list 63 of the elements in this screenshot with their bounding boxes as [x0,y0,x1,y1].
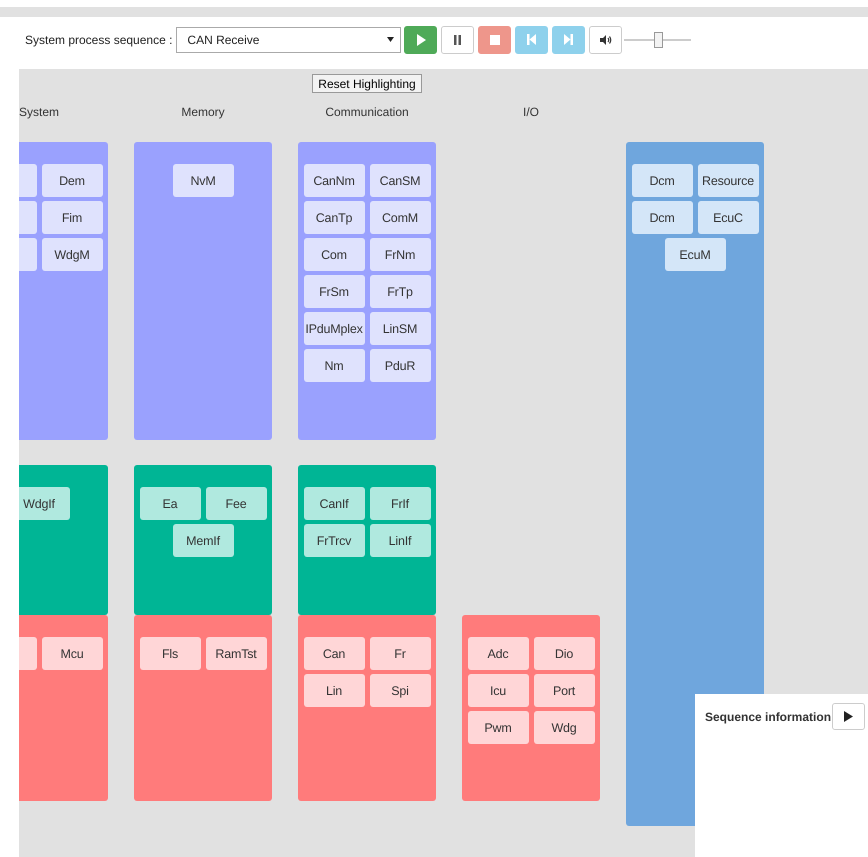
module-tile[interactable]: Com [304,238,364,271]
module-tile[interactable]: MemIf [172,524,234,557]
module-tile[interactable]: Dcm [632,164,692,197]
pause-icon [454,34,462,44]
module-tile[interactable]: CanIf [304,487,364,520]
sequence-select[interactable]: CAN Receive [176,26,402,52]
panel-title: Sequence information [705,710,832,724]
module-tile[interactable]: Lin [304,674,364,707]
module-tile[interactable]: Wdg [534,711,594,744]
module-tile[interactable]: WdgM [42,238,102,271]
pause-button[interactable] [441,26,474,54]
module-tile[interactable]: PduR [370,349,430,382]
module-tile[interactable]: CanSM [370,164,430,197]
module-tile[interactable]: IPduMplex [304,312,364,345]
module-tile[interactable]: Nm [304,349,364,382]
module-tile[interactable]: Mcu [42,637,102,670]
volume-icon [600,34,612,44]
module-tile[interactable]: Adc [468,637,528,670]
module-tile[interactable]: Can [304,637,364,670]
column-header: I/O [522,105,539,119]
module-tile[interactable]: EcuM [664,238,726,271]
module-tile[interactable]: FrIf [370,487,430,520]
skip-forward-icon [564,34,574,45]
module-tile[interactable]: Dem [42,164,102,197]
module-tile[interactable]: FrTp [370,275,430,308]
stop-icon [490,34,500,44]
sequence-label: System process sequence : [25,32,172,46]
module-tile[interactable]: Port [534,674,594,707]
volume-button[interactable] [589,26,622,54]
column-header: System [19,105,59,119]
column-header: Communication [325,105,409,119]
play-icon [844,711,853,722]
slider-thumb[interactable] [654,32,663,48]
column-header: Memory [181,105,225,119]
previous-button[interactable] [515,26,548,54]
module-tile[interactable]: CanNm [304,164,364,197]
module-tile[interactable]: Dio [534,637,594,670]
module-tile[interactable]: Resource [698,164,758,197]
module-tile[interactable]: FrSm [304,275,364,308]
module-tile[interactable]: ComM [370,201,430,234]
reset-highlighting-button[interactable]: Reset Highlighting [312,74,422,93]
module-tile[interactable]: LinSM [370,312,430,345]
module-tile[interactable]: Icu [468,674,528,707]
module-tile[interactable]: Spi [370,674,430,707]
module-tile[interactable]: FrNm [370,238,430,271]
play-icon [416,34,426,46]
module-tile[interactable]: WdgIf [19,487,70,520]
module-tile[interactable]: NvM [172,164,234,197]
module-tile[interactable]: FrTrcv [304,524,364,557]
module-tile[interactable]: Fls [140,637,200,670]
skip-back-icon [527,34,536,45]
module-tile[interactable]: RamTst [206,637,266,670]
module-tile[interactable]: Ea [140,487,200,520]
module-tile[interactable]: CanTp [304,201,364,234]
module-tile[interactable]: LinIf [370,524,430,557]
expand-button[interactable] [832,703,865,730]
module-tile[interactable]: EcuC [698,201,758,234]
module-tile[interactable]: Pwm [468,711,528,744]
module-tile[interactable]: Dcm [632,201,692,234]
module-tile[interactable]: Fr [370,637,430,670]
dropdown-caret-icon [387,37,394,42]
module-tile[interactable]: Fim [42,201,102,234]
module-tile[interactable]: Fee [206,487,266,520]
